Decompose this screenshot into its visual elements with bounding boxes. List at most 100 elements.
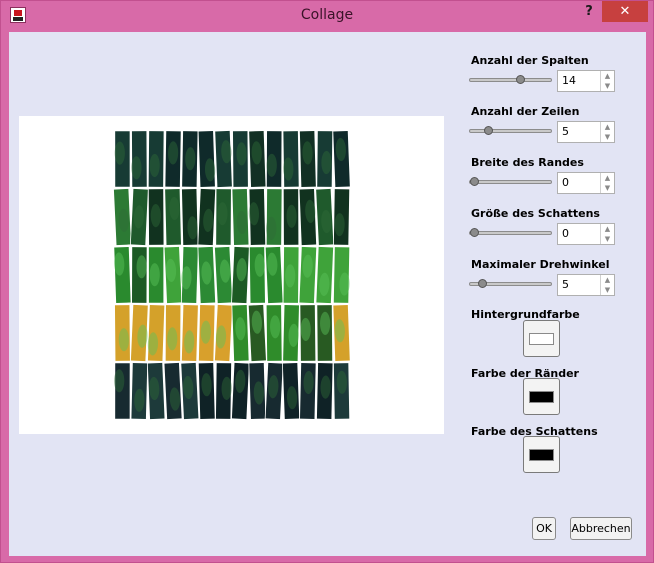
close-button[interactable]: ✕	[602, 1, 648, 22]
rows-label: Anzahl der Zeilen	[471, 105, 580, 118]
max-rotation-value[interactable]: 5	[562, 278, 569, 291]
collage-tile	[333, 362, 351, 420]
collage-tile	[248, 188, 267, 246]
collage-tile	[316, 304, 334, 362]
max-rotation-slider[interactable]	[469, 279, 552, 288]
triangle-down-icon[interactable]: ▼	[601, 81, 614, 91]
background-color-button[interactable]	[523, 320, 560, 357]
triangle-up-icon[interactable]: ▲	[601, 173, 614, 183]
collage-tile	[131, 246, 148, 304]
triangle-up-icon[interactable]: ▲	[601, 224, 614, 234]
max-rotation-slider-thumb[interactable]	[478, 279, 488, 288]
background-color-swatch	[529, 333, 554, 345]
shadow-size-slider-thumb[interactable]	[470, 228, 479, 237]
collage-tile	[214, 304, 234, 362]
collage-tile	[299, 130, 317, 188]
collage-tile	[264, 246, 284, 304]
collage-preview-image	[113, 130, 351, 420]
collage-tile	[332, 130, 351, 188]
collage-tile	[282, 304, 300, 362]
collage-tile	[248, 246, 266, 304]
collage-tile	[180, 246, 199, 304]
collage-tile	[163, 362, 183, 420]
columns-slider[interactable]	[469, 75, 552, 84]
rows-slider[interactable]	[469, 126, 552, 135]
triangle-down-icon[interactable]: ▼	[601, 234, 614, 244]
collage-tile	[332, 304, 351, 362]
collage-tile	[181, 188, 199, 246]
columns-slider-thumb[interactable]	[515, 75, 525, 84]
max-rotation-label: Maximaler Drehwinkel	[471, 258, 610, 271]
collage-tile	[114, 362, 131, 420]
collage-tile	[129, 188, 149, 246]
shadow-color-swatch	[529, 449, 554, 461]
settings-panel: Anzahl der Spalten 14 ▲ ▼ Anzahl der Zei…	[469, 32, 639, 556]
collage-tile	[298, 188, 318, 246]
collage-tile	[316, 362, 334, 420]
border-width-value[interactable]: 0	[562, 176, 569, 189]
collage-tile	[113, 188, 132, 246]
columns-spinner[interactable]: 14 ▲ ▼	[557, 70, 615, 92]
triangle-up-icon[interactable]: ▲	[601, 71, 614, 81]
collage-tile	[264, 362, 284, 420]
border-width-slider[interactable]	[469, 177, 552, 186]
triangle-up-icon[interactable]: ▲	[601, 275, 614, 285]
collage-tile	[232, 130, 249, 188]
rows-spinner[interactable]: 5 ▲ ▼	[557, 121, 615, 143]
collage-tile	[130, 362, 149, 420]
collage-tile	[265, 304, 283, 362]
collage-preview	[19, 116, 444, 434]
collage-tile	[231, 362, 250, 420]
shadow-size-value[interactable]: 0	[562, 227, 569, 240]
shadow-color-button[interactable]	[523, 436, 560, 473]
columns-value[interactable]: 14	[562, 74, 576, 87]
window-title: Collage	[300, 7, 354, 23]
border-color-button[interactable]	[523, 378, 560, 415]
collage-tile	[248, 130, 267, 188]
cancel-button[interactable]: Abbrechen	[570, 517, 632, 540]
help-button[interactable]: ?	[577, 2, 601, 22]
collage-tile	[231, 304, 250, 362]
collage-tile	[231, 188, 250, 246]
border-width-spinner[interactable]: 0 ▲ ▼	[557, 172, 615, 194]
collage-tile	[247, 304, 267, 362]
collage-tile	[114, 304, 131, 362]
border-width-label: Breite des Randes	[471, 156, 584, 169]
collage-tile	[163, 246, 183, 304]
collage-tile	[181, 130, 199, 188]
collage-tile	[281, 362, 301, 420]
rows-value[interactable]: 5	[562, 125, 569, 138]
collage-tile	[215, 188, 232, 246]
shadow-size-spinner[interactable]: 0 ▲ ▼	[557, 223, 615, 245]
title-bar[interactable]: Collage ? ✕	[1, 1, 653, 31]
collage-tile	[130, 304, 149, 362]
collage-tile	[164, 188, 182, 246]
collage-tile	[214, 246, 234, 304]
border-width-slider-thumb[interactable]	[470, 177, 479, 186]
collage-tile	[113, 246, 132, 304]
columns-label: Anzahl der Spalten	[471, 54, 589, 67]
collage-tile	[197, 246, 217, 304]
collage-tile	[164, 130, 182, 188]
collage-tile	[282, 188, 300, 246]
ok-button[interactable]: OK	[532, 517, 556, 540]
collage-tile	[298, 246, 318, 304]
collage-tile	[315, 246, 334, 304]
collage-tile	[148, 246, 165, 304]
collage-tile	[198, 304, 216, 362]
collage-tile	[332, 246, 351, 304]
collage-tile	[299, 304, 317, 362]
shadow-size-slider[interactable]	[469, 228, 552, 237]
rows-slider-thumb[interactable]	[484, 126, 494, 135]
triangle-down-icon[interactable]: ▼	[601, 132, 614, 142]
triangle-down-icon[interactable]: ▼	[601, 285, 614, 295]
collage-tile	[146, 362, 166, 420]
collage-tile	[315, 188, 335, 246]
collage-tile	[180, 304, 199, 362]
collage-tile	[316, 130, 334, 188]
collage-tile	[147, 188, 165, 246]
triangle-up-icon[interactable]: ▲	[601, 122, 614, 132]
max-rotation-spinner[interactable]: 5 ▲ ▼	[557, 274, 615, 296]
triangle-down-icon[interactable]: ▼	[601, 183, 614, 193]
collage-tile	[215, 362, 232, 420]
